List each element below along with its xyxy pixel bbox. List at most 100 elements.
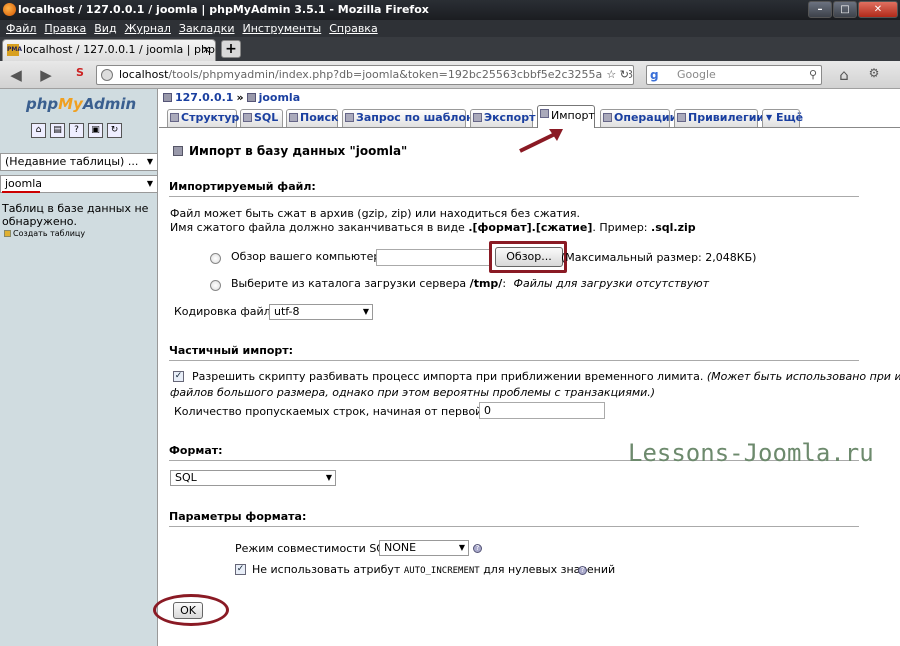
sidebar-icon-bar: ⌂ ▤ ? ▣ ↻ xyxy=(31,123,122,138)
maximize-icon[interactable]: □ xyxy=(833,1,857,18)
operations-icon xyxy=(603,113,612,122)
chevron-down-icon: ▼ xyxy=(325,473,332,482)
menu-help[interactable]: Справка xyxy=(325,20,381,37)
url-bar-icons: ☆ ↻ xyxy=(602,66,629,84)
max-size-note: (Максимальный размер: 2,048КБ) xyxy=(561,251,757,264)
options-section-heading: Параметры формата: xyxy=(169,510,859,527)
breadcrumb-server[interactable]: 127.0.0.1 xyxy=(175,91,233,104)
tab-sql[interactable]: SQL xyxy=(240,109,283,127)
menu-bookmarks[interactable]: Закладки xyxy=(175,20,239,37)
search-icon[interactable]: ⚲ xyxy=(809,66,817,84)
charset-label: Кодировка файла: xyxy=(174,305,282,318)
server-icon xyxy=(163,93,172,102)
tab-search[interactable]: Поиск xyxy=(286,109,338,127)
search-placeholder: Google xyxy=(677,68,716,81)
sql-icon xyxy=(243,113,252,122)
chevron-down-icon: ▼ xyxy=(362,307,369,316)
server-dir-label: Выберите из каталога загрузки сервера /t… xyxy=(231,277,710,290)
menubar: Файл Правка Вид Журнал Закладки Инструме… xyxy=(0,20,900,37)
chevron-down-icon: ▼ xyxy=(146,157,153,166)
browser-tab-label: localhost / 127.0.0.1 / joomla | phpMyAd… xyxy=(23,43,215,56)
window-titlebar: localhost / 127.0.0.1 / joomla | phpMyAd… xyxy=(0,0,900,20)
minimize-icon[interactable]: – xyxy=(808,1,832,18)
new-tab-button[interactable]: + xyxy=(221,40,241,58)
file-path-input[interactable] xyxy=(376,249,492,266)
tab-query[interactable]: Запрос по шаблону xyxy=(342,109,481,127)
tab-structure[interactable]: Структура xyxy=(167,109,247,127)
url-path: /tools/phpmyadmin/index.php?db=joomla&to… xyxy=(168,68,634,81)
privileges-icon xyxy=(677,113,686,122)
breadcrumb-db[interactable]: joomla xyxy=(259,91,301,104)
site-identity-icon[interactable] xyxy=(101,69,113,81)
menu-view[interactable]: Вид xyxy=(90,20,120,37)
skip-rows-label: Количество пропускаемых строк, начиная о… xyxy=(174,405,530,418)
import-icon xyxy=(540,109,549,118)
home-icon[interactable]: ⌂ xyxy=(834,66,854,84)
query-icon xyxy=(345,113,354,122)
allow-interrupt-label: Разрешить скрипту разбивать процесс импо… xyxy=(192,370,900,383)
search-bar[interactable]: g Google ⚲ xyxy=(646,65,822,85)
browser-tab[interactable]: PMA localhost / 127.0.0.1 / joomla | php… xyxy=(2,39,216,61)
firefox-icon xyxy=(3,3,16,16)
upload-server-radio[interactable] xyxy=(210,280,221,291)
compat-select[interactable]: NONE ▼ xyxy=(379,540,469,556)
file-section-heading: Импортируемый файл: xyxy=(169,180,859,197)
menu-tools[interactable]: Инструменты xyxy=(239,20,326,37)
menu-file[interactable]: Файл xyxy=(2,20,40,37)
navigation-bar: ◀ ▶ S localhost/tools/phpmyadmin/index.p… xyxy=(0,61,900,89)
google-icon: g xyxy=(650,68,659,82)
allow-interrupt-checkbox[interactable]: ✓ xyxy=(173,371,184,382)
window-title: localhost / 127.0.0.1 / joomla | phpMyAd… xyxy=(18,3,429,16)
pma-main: 127.0.0.1 » joomla Структура SQL Поиск З… xyxy=(153,89,900,646)
home-icon[interactable]: ⌂ xyxy=(31,123,46,138)
no-auto-increment-checkbox[interactable]: ✓ xyxy=(235,564,246,575)
charset-select[interactable]: utf-8 ▼ xyxy=(269,304,373,320)
format-select[interactable]: SQL ▼ xyxy=(170,470,336,486)
no-auto-increment-label: Не использовать атрибут AUTO_INCREMENT д… xyxy=(252,563,616,576)
upload-local-radio[interactable] xyxy=(210,253,221,264)
breadcrumb: 127.0.0.1 » joomla xyxy=(163,91,300,104)
server-dir-none: Файлы для загрузки отсутствуют xyxy=(513,277,710,290)
pma-favicon-icon: PMA xyxy=(7,44,22,56)
compress-note: Файл может быть сжат в архив (gzip, zip)… xyxy=(170,207,581,220)
recent-tables-select[interactable]: (Недавние таблицы) ... ▼ xyxy=(0,153,158,171)
settings-icon[interactable]: ▣ xyxy=(88,123,103,138)
tab-privileges[interactable]: Привилегии xyxy=(674,109,764,127)
menu-history[interactable]: Журнал xyxy=(121,20,175,37)
browser-tabbar: PMA localhost / 127.0.0.1 / joomla | php… xyxy=(0,37,900,61)
tab-close-icon[interactable]: × xyxy=(202,40,211,60)
back-icon[interactable]: ◀ xyxy=(6,66,26,84)
partial-section-heading: Частичный импорт: xyxy=(169,344,859,361)
breadcrumb-separator: » xyxy=(236,91,244,104)
create-table-link[interactable]: Создать таблицу xyxy=(4,229,85,238)
tab-operations[interactable]: Операции xyxy=(600,109,677,127)
sql-query-icon[interactable]: ▤ xyxy=(50,123,65,138)
reload-icon[interactable]: ↻ xyxy=(107,123,122,138)
help-icon[interactable]: ? xyxy=(473,544,482,553)
url-bar[interactable]: localhost/tools/phpmyadmin/index.php?db=… xyxy=(96,65,634,85)
tab-more[interactable]: ▼ Ещё xyxy=(762,109,803,127)
import-icon xyxy=(173,146,183,156)
page-title: Импорт в базу данных "joomla" xyxy=(173,144,407,158)
annotation-underline xyxy=(2,191,40,193)
no-tables-message: Таблиц в базе данных не обнаружено. xyxy=(2,202,149,228)
menu-edit[interactable]: Правка xyxy=(40,20,90,37)
skip-rows-input[interactable]: 0 xyxy=(479,402,605,419)
partial-note: файлов большого размера, однако при этом… xyxy=(170,386,656,399)
database-icon xyxy=(246,93,256,102)
phpmyadmin-logo[interactable]: phpMyAdmin xyxy=(26,95,136,113)
pma-sidebar: phpMyAdmin ⌂ ▤ ? ▣ ↻ (Недавние таблицы) … xyxy=(0,89,158,646)
annotation-arrow xyxy=(519,129,563,153)
addon-icon[interactable]: S xyxy=(70,66,90,79)
forward-icon[interactable]: ▶ xyxy=(36,66,56,84)
tools-icon[interactable]: ⚙ xyxy=(864,66,884,80)
close-icon[interactable]: ✕ xyxy=(858,1,898,18)
window-controls: – □ ✕ xyxy=(808,1,898,18)
watermark: Lessons-Joomla.ru xyxy=(628,439,874,467)
help-icon[interactable]: ? xyxy=(578,566,587,575)
docs-icon[interactable]: ? xyxy=(69,123,84,138)
browse-local-label: Обзор вашего компьютера: xyxy=(231,250,391,263)
annotation-highlight-ring xyxy=(153,594,229,626)
chevron-down-icon: ▼ xyxy=(766,113,773,122)
structure-icon xyxy=(170,113,179,122)
